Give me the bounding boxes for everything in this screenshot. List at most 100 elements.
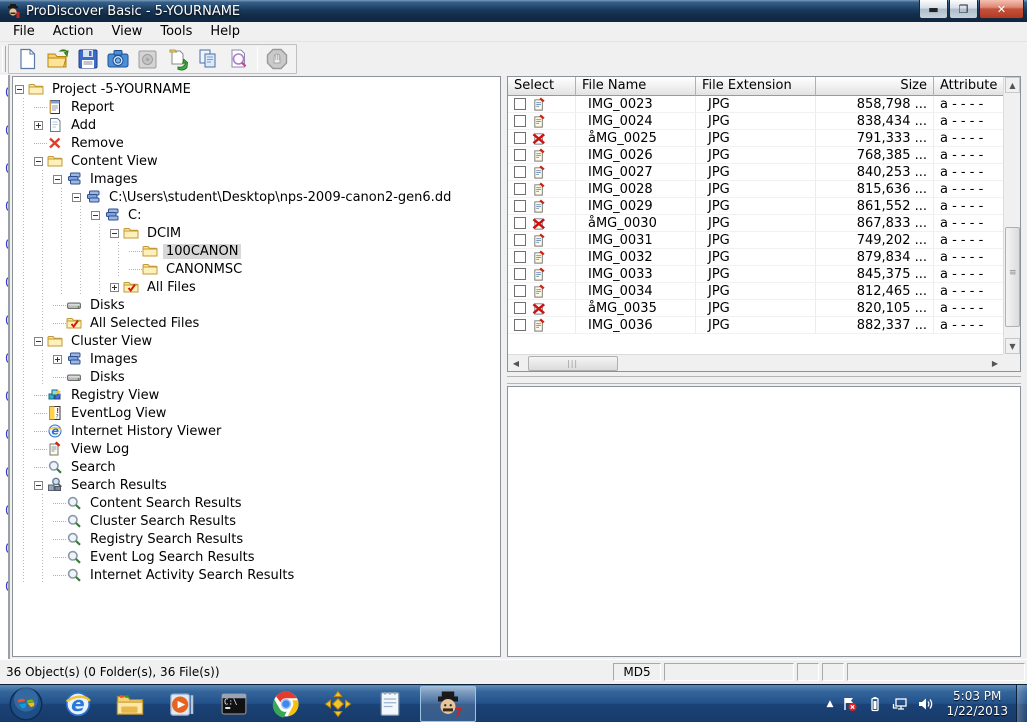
table-row[interactable]: IMG_0036 JPG 882,337 ... a - - - - [508,317,1004,334]
tree-item-add[interactable]: Add [15,116,500,134]
select-checkbox[interactable] [514,183,526,195]
tree-item-cluster-view[interactable]: Cluster View [15,332,500,350]
file-name-cell[interactable]: IMG_0031 [576,232,696,248]
tree-item-label[interactable]: Cluster Search Results [87,514,239,529]
tree-item-label[interactable]: View Log [68,442,132,457]
menu-item-help[interactable]: Help [201,23,249,40]
tree-item-dcim[interactable]: DCIM [15,224,500,242]
tree-item-label[interactable]: Content View [68,154,161,169]
select-checkbox[interactable] [514,115,526,127]
search-preview-button[interactable] [223,46,253,72]
tree-item-label[interactable]: Internet History Viewer [68,424,224,439]
collapse-icon[interactable] [110,228,119,238]
collapse-icon[interactable] [53,174,62,184]
select-checkbox[interactable] [514,98,526,110]
taskbar-arrows-app-launcher[interactable] [312,686,364,722]
show-desktop-button[interactable] [1016,684,1027,722]
tree-item-disks[interactable]: Disks [15,296,500,314]
tree-item-label[interactable]: Images [87,352,141,367]
tree-item-label[interactable]: C:\Users\student\Desktop\nps-2009-canon2… [106,190,454,205]
new-project-button[interactable] [13,46,43,72]
tree-item-label[interactable]: Event Log Search Results [87,550,257,565]
column-header-size[interactable]: Size [816,77,934,96]
tree-item-images[interactable]: Images [15,350,500,368]
battery-icon[interactable] [867,696,883,712]
file-name-cell[interactable]: IMG_0026 [576,147,696,163]
tree-item-label[interactable]: Remove [68,136,127,151]
add-image-button[interactable] [163,46,193,72]
table-row[interactable]: åMG_0030 JPG 867,833 ... a - - - - [508,215,1004,232]
select-checkbox[interactable] [514,302,526,314]
table-row[interactable]: IMG_0034 JPG 812,465 ... a - - - - [508,283,1004,300]
column-header-select[interactable]: Select [508,77,576,96]
tree-item-label[interactable]: Images [87,172,141,187]
select-checkbox[interactable] [514,149,526,161]
file-name-cell[interactable]: åMG_0035 [576,300,696,316]
tree-item-c-[interactable]: C: [15,206,500,224]
copy-button[interactable] [193,46,223,72]
tree-item-label[interactable]: Project -5-YOURNAME [49,82,194,97]
select-checkbox[interactable] [514,166,526,178]
tree-item-search-results[interactable]: Search Results [15,476,500,494]
menu-item-file[interactable]: File [4,23,44,40]
volume-icon[interactable] [917,696,933,712]
collapse-icon[interactable] [15,84,24,94]
taskbar-start-orb-button[interactable] [0,686,52,722]
file-name-cell[interactable]: IMG_0036 [576,317,696,333]
table-row[interactable]: IMG_0024 JPG 838,434 ... a - - - - [508,113,1004,130]
tree-item-all-files[interactable]: All Files [15,278,500,296]
pane-splitter[interactable] [507,376,1021,384]
tree-item-label[interactable]: Registry View [68,388,162,403]
taskbar-notepad-launcher[interactable] [364,686,416,722]
table-row[interactable]: IMG_0033 JPG 845,375 ... a - - - - [508,266,1004,283]
file-name-cell[interactable]: åMG_0030 [576,215,696,231]
horizontal-scroll-thumb[interactable] [528,356,618,371]
taskbar-internet-explorer-launcher[interactable]: e [52,686,104,722]
tree-item-canonmsc[interactable]: CANONMSC [15,260,500,278]
taskbar-clock[interactable]: 5:03 PM 1/22/2013 [946,689,1008,719]
tree-item-label[interactable]: Disks [87,370,128,385]
column-header-file-name[interactable]: File Name [576,77,696,96]
table-row[interactable]: IMG_0028 JPG 815,636 ... a - - - - [508,181,1004,198]
tree-item-internet-activity-search-results[interactable]: Internet Activity Search Results [15,566,500,584]
tree-item-label[interactable]: All Selected Files [87,316,202,331]
tree-item-report[interactable]: Report [15,98,500,116]
tree-item-label[interactable]: Registry Search Results [87,532,246,547]
tree-item-search[interactable]: Search [15,458,500,476]
minimize-button[interactable]: ▬ [919,0,948,19]
tree-item-label[interactable]: All Files [144,280,199,295]
action-center-icon[interactable] [842,696,858,712]
select-checkbox[interactable] [514,268,526,280]
taskbar-command-prompt-launcher[interactable]: C:\ [208,686,260,722]
tree-item-content-search-results[interactable]: Content Search Results [15,494,500,512]
file-name-cell[interactable]: IMG_0028 [576,181,696,197]
table-row[interactable]: IMG_0032 JPG 879,834 ... a - - - - [508,249,1004,266]
table-row[interactable]: IMG_0031 JPG 749,202 ... a - - - - [508,232,1004,249]
expand-icon[interactable] [34,120,43,130]
select-checkbox[interactable] [514,319,526,331]
tree-item-eventlog-view[interactable]: !? EventLog View [15,404,500,422]
menu-item-tools[interactable]: Tools [151,23,201,40]
tree-item-project-5-yourname[interactable]: Project -5-YOURNAME [15,80,500,98]
taskbar-explorer-folder-launcher[interactable] [104,686,156,722]
scroll-up-icon[interactable]: ▲ [1005,77,1020,93]
open-project-button[interactable] [43,46,73,72]
file-name-cell[interactable]: åMG_0025 [576,130,696,146]
column-header-attribute[interactable]: Attribute [934,77,1004,96]
scroll-down-icon[interactable]: ▼ [1005,338,1020,354]
select-checkbox[interactable] [514,251,526,263]
vertical-scroll-thumb[interactable] [1005,227,1020,327]
capture-image-button[interactable] [103,46,133,72]
table-row[interactable]: IMG_0023 JPG 858,798 ... a - - - - [508,96,1004,113]
tree-item-label[interactable]: DCIM [144,226,184,241]
select-checkbox[interactable] [514,200,526,212]
scroll-right-icon[interactable]: ▶ [987,356,1003,371]
file-name-cell[interactable]: IMG_0027 [576,164,696,180]
tree-item-label[interactable]: Cluster View [68,334,155,349]
expand-icon[interactable] [110,282,119,292]
select-checkbox[interactable] [514,217,526,229]
table-row[interactable]: IMG_0026 JPG 768,385 ... a - - - - [508,147,1004,164]
file-name-cell[interactable]: IMG_0029 [576,198,696,214]
select-checkbox[interactable] [514,285,526,297]
tree-item-registry-search-results[interactable]: Registry Search Results [15,530,500,548]
